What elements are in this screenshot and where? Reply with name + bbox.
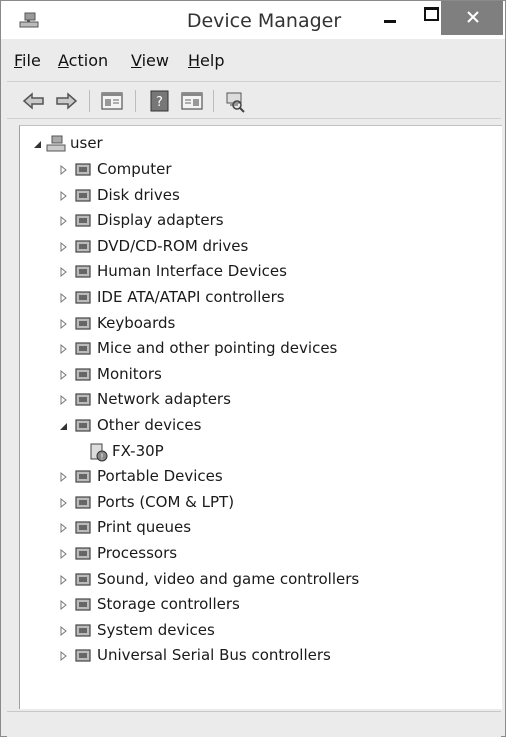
tree-category-label: Other devices (97, 416, 202, 434)
status-bar (7, 711, 501, 737)
maximize-icon (424, 7, 439, 21)
disk-drive-icon (75, 188, 91, 202)
toolbar-separator (89, 90, 90, 112)
svg-text:!: ! (100, 452, 103, 461)
storage-controller-icon (75, 598, 91, 611)
menu-view-label: iew (141, 51, 169, 70)
system-device-icon (75, 624, 91, 637)
usb-icon (75, 649, 91, 662)
mouse-icon (75, 342, 91, 355)
monitor-icon (75, 368, 91, 381)
printer-icon (75, 521, 91, 534)
processor-icon (75, 547, 91, 560)
hid-icon (75, 265, 91, 278)
svg-text:?: ? (156, 95, 163, 110)
tree-category-label: Computer (97, 160, 172, 178)
scan-hardware-icon[interactable] (221, 89, 247, 113)
menu-view-mnemonic: V (131, 51, 142, 70)
tree-category-label: Keyboards (97, 313, 176, 332)
collapsed-arrow-icon[interactable] (60, 216, 68, 227)
menu-file-mnemonic: F (14, 51, 23, 70)
unknown-device-warning-icon: ! (90, 443, 108, 462)
menu-help-mnemonic: H (188, 51, 201, 70)
keyboard-icon (75, 316, 91, 330)
collapsed-arrow-icon[interactable] (60, 600, 68, 611)
tree-category-label: System devices (97, 620, 215, 639)
title-bar[interactable]: Device Manager (1, 1, 505, 39)
collapsed-arrow-icon[interactable] (60, 625, 68, 636)
expanded-arrow-icon[interactable] (60, 421, 68, 431)
collapsed-arrow-icon[interactable] (60, 574, 68, 585)
tree-root-label: user (70, 134, 103, 152)
tree-category-label: Human Interface Devices (97, 262, 287, 281)
toolbar-separator (213, 90, 214, 112)
menu-file-label: ile (22, 51, 41, 70)
toolbar-separator (135, 90, 136, 112)
menu-bar: File Action View Help (1, 51, 505, 77)
tree-category-label: Monitors (97, 364, 162, 383)
menu-action[interactable]: Action (58, 51, 108, 70)
tree-category-label: Network adapters (97, 390, 231, 409)
help-icon[interactable]: ? (147, 89, 173, 113)
update-driver-icon[interactable] (179, 89, 205, 113)
minimize-button[interactable] (372, 1, 410, 39)
properties-icon[interactable] (99, 89, 125, 113)
tree-category-label: Processors (97, 544, 178, 562)
collapsed-arrow-icon[interactable] (60, 651, 68, 662)
collapsed-arrow-icon[interactable] (60, 165, 68, 175)
display-adapter-icon (75, 214, 91, 227)
tree-category-label: Sound, video and game controllers (97, 569, 360, 588)
toolbar-divider (7, 118, 501, 119)
device-manager-window: Device Manager File Action View Help ? u… (0, 0, 506, 737)
back-arrow-icon[interactable] (21, 89, 47, 113)
collapsed-arrow-icon[interactable] (60, 549, 68, 559)
collapsed-arrow-icon[interactable] (60, 395, 68, 406)
menu-help[interactable]: Help (188, 51, 224, 70)
tree-category-label: Disk drives (97, 185, 180, 204)
device-tree[interactable]: user Computer Disk drives Display adapters… (19, 125, 502, 709)
collapsed-arrow-icon[interactable] (60, 523, 68, 534)
collapsed-arrow-icon[interactable] (60, 241, 68, 252)
tree-category-label: Mice and other pointing devices (97, 339, 338, 358)
tree-category-label: Display adapters (97, 211, 224, 230)
sound-icon (75, 572, 91, 586)
network-adapter-icon (75, 393, 91, 406)
menu-help-label: elp (200, 51, 225, 70)
menu-file[interactable]: File (14, 51, 41, 70)
tree-device-label: FX-30P (112, 441, 164, 460)
collapsed-arrow-icon[interactable] (60, 472, 68, 483)
close-icon (467, 11, 479, 23)
collapsed-arrow-icon[interactable] (60, 267, 68, 278)
collapsed-arrow-icon[interactable] (60, 190, 68, 201)
tree-category-label: IDE ATA/ATAPI controllers (97, 288, 285, 306)
collapsed-arrow-icon[interactable] (60, 318, 68, 329)
collapsed-arrow-icon[interactable] (60, 293, 68, 303)
menu-divider (7, 81, 501, 82)
tree-category-label: Universal Serial Bus controllers (97, 646, 331, 665)
menu-action-mnemonic: A (58, 51, 69, 70)
minimize-icon (384, 20, 396, 23)
tree-category-label: Portable Devices (97, 467, 223, 486)
collapsed-arrow-icon[interactable] (60, 344, 68, 355)
collapsed-arrow-icon[interactable] (60, 369, 68, 380)
tree-category-label: Print queues (97, 518, 192, 537)
menu-action-label: ction (68, 51, 109, 70)
expanded-arrow-icon[interactable] (34, 139, 42, 149)
tree-category-label: Ports (COM & LPT) (97, 492, 235, 511)
forward-arrow-icon[interactable] (53, 89, 79, 113)
close-button[interactable] (441, 1, 503, 35)
tree-category-label: Storage controllers (97, 595, 240, 614)
computer-icon (75, 163, 91, 176)
collapsed-arrow-icon[interactable] (60, 497, 68, 508)
unknown-device-icon (75, 419, 91, 432)
portable-device-icon (75, 470, 91, 483)
computer-user-icon (46, 135, 66, 152)
port-icon (75, 496, 91, 509)
dvd-drive-icon (75, 240, 91, 253)
tree-category-label: DVD/CD-ROM drives (97, 236, 249, 255)
toolbar: ? (1, 86, 505, 116)
ide-controller-icon (75, 291, 91, 304)
menu-view[interactable]: View (131, 51, 169, 70)
